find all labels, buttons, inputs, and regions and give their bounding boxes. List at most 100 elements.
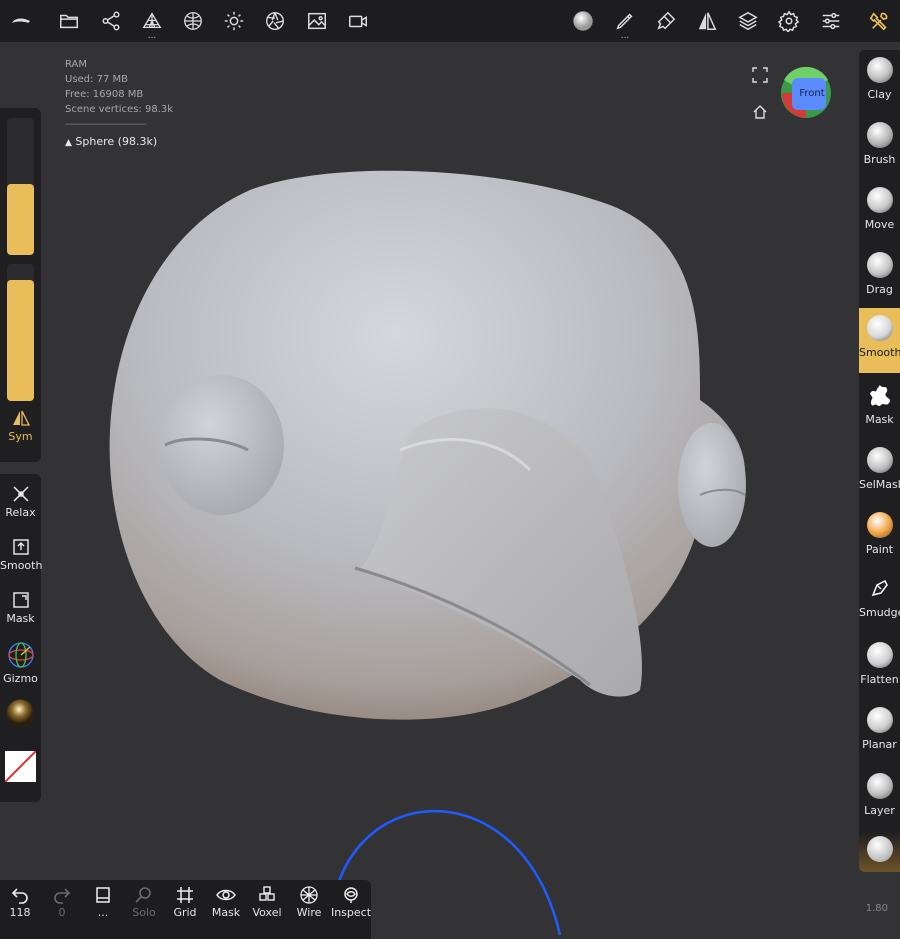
flatten-icon [866, 642, 893, 668]
redo-button[interactable]: 0 [42, 886, 82, 919]
alpha-picker[interactable] [4, 750, 37, 783]
solo-label: Solo [132, 906, 156, 919]
stroke-icon[interactable]: ... [610, 6, 640, 41]
tool-move[interactable]: Move [859, 180, 900, 242]
tool-selmask-label: SelMask [859, 478, 900, 491]
inspect-icon [344, 887, 358, 903]
tool-layer[interactable]: Layer [859, 766, 900, 828]
tool-list-more[interactable] [859, 832, 900, 872]
symmetry-icon[interactable] [692, 6, 722, 36]
symmetry-toggle[interactable]: Sym [0, 410, 41, 443]
selmask-icon [866, 447, 893, 473]
grid-button[interactable]: Grid [165, 886, 205, 919]
tool-drag[interactable]: Drag [859, 245, 900, 307]
tool-selmask[interactable]: SelMask [859, 440, 900, 502]
voxel-icon [259, 886, 275, 901]
smooth-brush-icon [866, 315, 893, 341]
tool-planar[interactable]: Planar [859, 700, 900, 762]
camera-aperture-icon[interactable] [260, 6, 290, 36]
scene-stats: RAM Used: 77 MB Free: 16908 MB Scene ver… [65, 57, 173, 151]
brush-preview-icon[interactable] [567, 5, 599, 37]
next-tool-icon [866, 836, 893, 862]
gizmo-icon [7, 642, 34, 668]
mask-button[interactable]: Mask [0, 590, 41, 625]
tool-brush[interactable]: Brush [859, 115, 900, 177]
tools-icon[interactable] [865, 6, 895, 36]
material-sphere-icon[interactable] [178, 6, 208, 36]
view-cube[interactable]: Front [780, 66, 832, 120]
gizmo-button[interactable]: Gizmo [0, 640, 41, 685]
paint-icon [866, 512, 893, 538]
sculpt-mesh [109, 170, 746, 936]
folder-icon[interactable] [54, 6, 84, 36]
undo-count: 118 [9, 906, 31, 919]
tool-smooth[interactable]: Smooth [859, 308, 900, 373]
nomad-logo-icon[interactable] [6, 6, 36, 36]
history-label: ... [97, 906, 109, 919]
relax-icon [12, 486, 29, 502]
smooth-icon [12, 539, 29, 555]
image-icon[interactable] [302, 6, 332, 36]
tool-brush-label: Brush [863, 153, 896, 166]
solo-button[interactable]: Solo [124, 886, 164, 919]
mask-icon [12, 592, 29, 608]
tool-flatten-label: Flatten [860, 673, 899, 686]
scene-vertices: Scene vertices: 98.3k [65, 104, 174, 115]
mask-visibility-label: Mask [211, 906, 241, 919]
ram-label: RAM [65, 59, 88, 70]
clay-icon [866, 57, 893, 83]
tool-move-label: Move [864, 218, 895, 231]
stats-separator: ------------------------------- [65, 119, 147, 130]
inspect-button[interactable]: Inspect [329, 886, 373, 919]
sym-label: Sym [8, 430, 33, 443]
material-picker[interactable] [5, 698, 36, 729]
sculpt-viewport[interactable] [0, 42, 900, 939]
radius-slider[interactable] [7, 118, 34, 255]
grid-label: Grid [173, 906, 197, 919]
tool-planar-label: Planar [862, 738, 897, 751]
topology-icon[interactable]: ... [137, 6, 167, 41]
inspect-label: Inspect [330, 906, 372, 919]
history-button[interactable]: ... [83, 886, 123, 919]
history-icon [96, 887, 110, 903]
layers-icon[interactable] [733, 6, 763, 36]
eye-icon [216, 889, 236, 901]
settings-icon[interactable] [774, 6, 804, 36]
light-icon[interactable] [219, 6, 249, 36]
mesh-icon: ▲ [65, 138, 72, 148]
intensity-slider[interactable] [7, 264, 34, 401]
tool-smooth-label: Smooth [859, 346, 900, 359]
right-tools-bar: Clay Brush Move Drag Smooth Mask SelMask… [859, 50, 900, 872]
ram-free: Free: 16908 MB [65, 89, 144, 100]
app-version: 1.80 [865, 903, 888, 914]
left-slider-panel: Sym [0, 108, 41, 462]
sliders-icon[interactable] [816, 6, 846, 36]
smooth-button[interactable]: Smooth [0, 537, 42, 572]
drag-icon [866, 252, 893, 278]
fullscreen-icon[interactable] [752, 67, 768, 83]
mask-splat-icon [869, 385, 890, 406]
scene-graph-icon[interactable] [96, 6, 126, 36]
voxel-button[interactable]: Voxel [247, 886, 287, 919]
tool-clay-label: Clay [867, 88, 892, 101]
mask-label: Mask [6, 612, 35, 625]
paint-tool-icon[interactable] [651, 6, 681, 36]
no-alpha-icon [4, 750, 37, 783]
left-tools-panel: Relax Smooth Mask Gizmo [0, 474, 42, 802]
intensity-slider-fill [7, 280, 34, 401]
wireframe-button[interactable]: Wire [289, 886, 329, 919]
home-icon[interactable] [752, 104, 768, 120]
tool-smudge[interactable]: Smudge [859, 568, 900, 630]
tool-flatten[interactable]: Flatten [859, 635, 900, 697]
grid-icon [177, 887, 193, 903]
tool-clay[interactable]: Clay [859, 50, 900, 112]
undo-button[interactable]: 118 [0, 886, 40, 919]
tool-paint[interactable]: Paint [859, 505, 900, 567]
wireframe-icon [300, 886, 318, 904]
tool-mask[interactable]: Mask [859, 375, 900, 437]
video-icon[interactable] [343, 6, 373, 36]
mask-visibility-button[interactable]: Mask [206, 886, 246, 919]
redo-icon [54, 888, 71, 904]
relax-button[interactable]: Relax [0, 484, 41, 519]
object-entry[interactable]: ▲ Sphere (98.3k) [65, 134, 173, 151]
